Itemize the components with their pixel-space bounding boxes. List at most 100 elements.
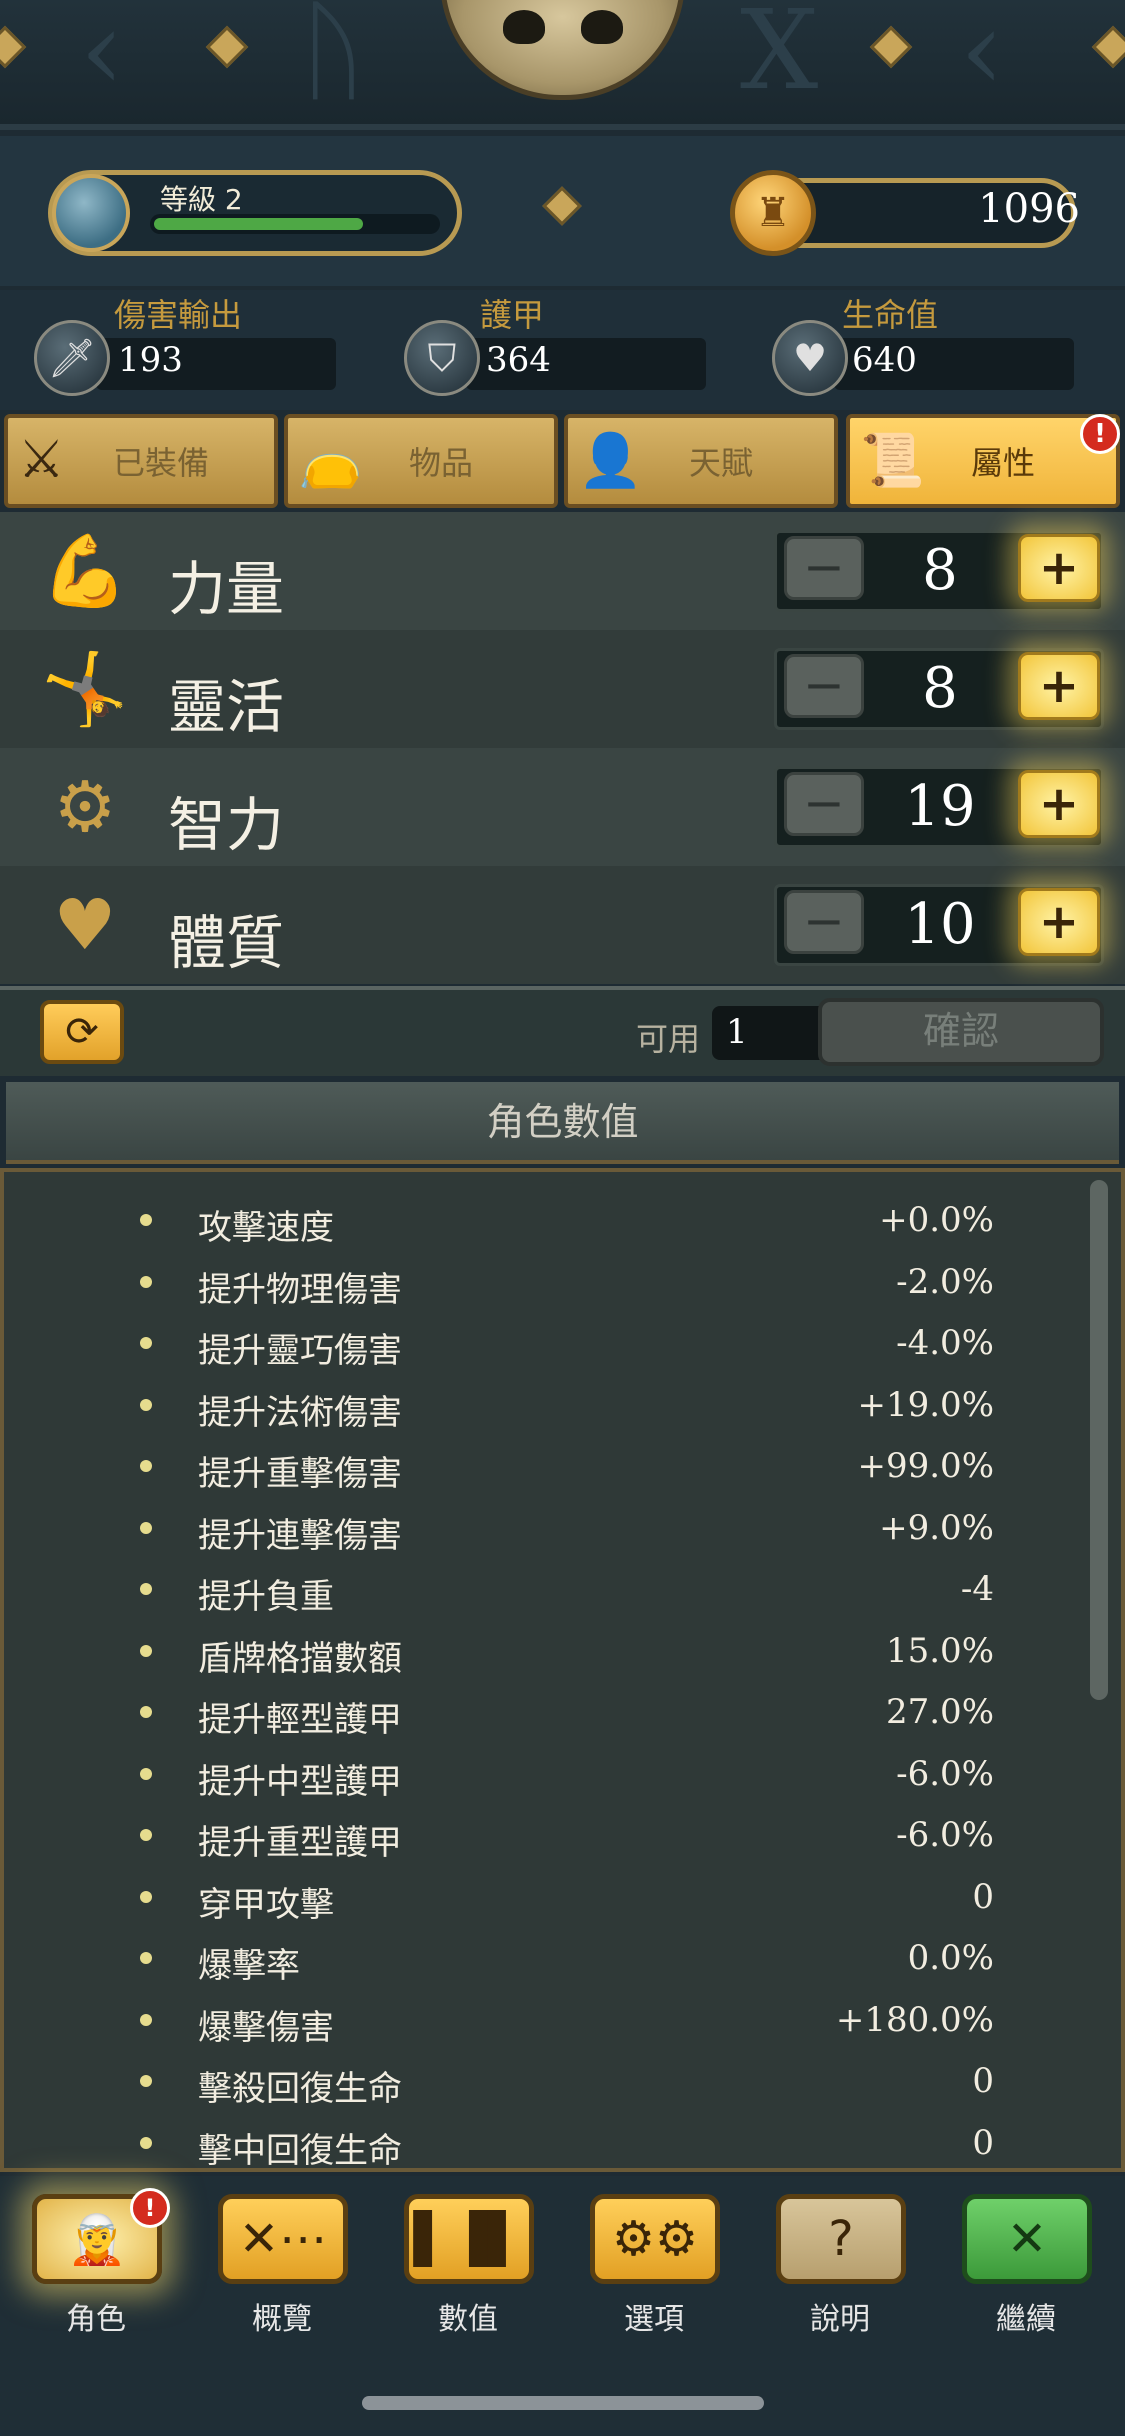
nav-help[interactable]: ? 說明 xyxy=(770,2194,910,2337)
nav-continue[interactable]: ✕ 繼續 xyxy=(956,2194,1096,2337)
nav-label: 角色 xyxy=(66,2302,126,2337)
nav-statistics[interactable]: ▌▐▌ 數值 xyxy=(398,2194,538,2337)
stat-list-value: 0.0% xyxy=(907,1938,994,1978)
stat-list-label: 爆擊率 xyxy=(198,1946,300,1986)
tab-items[interactable]: 👝 物品 xyxy=(284,414,558,508)
stat-list-item: 提升負重 -4 xyxy=(4,1559,1084,1620)
stat-list-label: 提升負重 xyxy=(198,1577,334,1617)
gold-value: 1096 xyxy=(978,186,1080,232)
decrease-button[interactable]: − xyxy=(784,890,864,954)
stat-value: 193 xyxy=(118,340,183,380)
skull-eye xyxy=(503,10,545,44)
decrease-button[interactable]: − xyxy=(784,654,864,718)
rune-decoration: ‹ xyxy=(80,0,124,114)
nav-overview[interactable]: ✕⋯ 概覽 xyxy=(212,2194,352,2337)
stud-decoration xyxy=(0,25,27,69)
stat-list-label: 提升重擊傷害 xyxy=(198,1454,402,1494)
bullet-icon xyxy=(140,2075,152,2087)
attribute-value: 8 xyxy=(922,656,958,721)
tab-label: 物品 xyxy=(408,444,473,482)
tab-label: 已裝備 xyxy=(112,444,209,482)
heart-icon: ♥ xyxy=(772,320,848,396)
stat-list-value: -4.0% xyxy=(896,1323,994,1363)
increase-button[interactable]: + xyxy=(1018,534,1100,602)
nav-options[interactable]: ⚙⚙ 選項 xyxy=(584,2194,724,2337)
stat-value: 364 xyxy=(486,340,551,380)
stat-list-label: 提升法術傷害 xyxy=(198,1392,402,1433)
stat-list-label: 擊中回復生命 xyxy=(198,2130,402,2171)
map-icon: ✕⋯ xyxy=(218,2194,348,2284)
stat-list-item: 提升輕型護甲 27.0% xyxy=(4,1682,1084,1743)
intellect-icon: ⚙ xyxy=(53,766,117,848)
reset-button[interactable]: ⟳ xyxy=(40,1000,124,1064)
stat-list-value: -6.0% xyxy=(896,1753,994,1794)
stat-list-value: -4 xyxy=(960,1569,994,1609)
stat-list-label: 爆擊傷害 xyxy=(198,2007,334,2048)
talent-icon: 👤 xyxy=(578,431,643,491)
stat-list-value: 0 xyxy=(972,2122,994,2163)
stat-list-value: -6.0% xyxy=(896,1815,994,1855)
attribute-row-intellect: ⚙ 智力 − 19 + xyxy=(0,748,1125,866)
bullet-icon xyxy=(140,1644,152,1657)
sword-icon: 🗡 xyxy=(34,320,110,396)
stat-value: 640 xyxy=(852,340,917,380)
stat-armor: 護甲 ⛉ 364 xyxy=(400,290,730,410)
tab-attributes[interactable]: 📜 屬性 xyxy=(846,414,1120,508)
stat-list-item: 擊中回復生命 0 xyxy=(4,2113,1084,2174)
attribute-name: 力量 xyxy=(168,555,285,623)
bullet-icon xyxy=(140,1767,152,1780)
stat-list-value: 27.0% xyxy=(885,1692,994,1732)
stat-list-item: 提升重擊傷害 +99.0% xyxy=(4,1436,1084,1497)
attribute-name: 體質 xyxy=(168,909,285,977)
tab-label: 屬性 xyxy=(970,444,1035,482)
increase-button[interactable]: + xyxy=(1018,888,1100,956)
constitution-icon: ♥ xyxy=(53,884,117,966)
confirm-button[interactable]: 確認 xyxy=(818,998,1104,1066)
increase-button[interactable]: + xyxy=(1018,652,1100,720)
nav-label: 概覽 xyxy=(252,2302,312,2337)
stat-list-value: +9.0% xyxy=(879,1507,994,1548)
stat-label: 護甲 xyxy=(480,296,545,334)
bullet-icon xyxy=(140,1398,152,1411)
stat-label: 生命值 xyxy=(842,296,939,334)
stat-label: 傷害輸出 xyxy=(114,296,243,334)
stat-list-label: 攻擊速度 xyxy=(198,1208,334,1248)
bullet-icon xyxy=(140,1706,152,1718)
bullet-icon xyxy=(140,1275,152,1288)
character-stats-title: 角色數值 xyxy=(6,1082,1119,1164)
stat-list-label: 提升重型護甲 xyxy=(198,1823,402,1863)
stat-list-value: +0.0% xyxy=(879,1200,994,1240)
decrease-button[interactable]: − xyxy=(784,772,864,836)
attribute-row-agility: 🤸 靈活 − 8 + xyxy=(0,630,1125,748)
nav-label: 說明 xyxy=(810,2302,870,2337)
stat-list-value: 15.0% xyxy=(885,1630,994,1671)
stat-list-item: 提升中型護甲 -6.0% xyxy=(4,1744,1084,1805)
attribute-name: 智力 xyxy=(168,791,285,859)
stud-decoration xyxy=(869,25,913,69)
stat-list-label: 提升靈巧傷害 xyxy=(198,1331,402,1371)
bullet-icon xyxy=(140,1337,152,1349)
stat-health: 生命值 ♥ 640 xyxy=(768,290,1098,410)
stat-list-item: 爆擊傷害 +180.0% xyxy=(4,1990,1084,2051)
tab-talents[interactable]: 👤 天賦 xyxy=(564,414,838,508)
stat-list-label: 提升連擊傷害 xyxy=(198,1515,402,1556)
character-stats-panel[interactable]: 攻擊速度 +0.0% 提升物理傷害 -2.0% 提升靈巧傷害 -4.0% 提升法術傷害 +19… xyxy=(0,1168,1125,2172)
scrollbar[interactable] xyxy=(1090,1180,1108,1700)
stud-decoration xyxy=(1091,25,1125,69)
player-avatar xyxy=(52,174,130,252)
stat-damage: 傷害輸出 🗡 193 xyxy=(30,290,360,410)
stat-list-item: 爆擊率 0.0% xyxy=(4,1928,1084,1989)
bullet-icon xyxy=(140,1583,152,1595)
strength-icon: 💪 xyxy=(41,530,129,612)
stat-list-label: 提升輕型護甲 xyxy=(198,1700,402,1740)
increase-button[interactable]: + xyxy=(1018,770,1100,838)
tab-equipped[interactable]: ⚔ 已裝備 xyxy=(4,414,278,508)
stat-list-item: 提升法術傷害 +19.0% xyxy=(4,1375,1084,1436)
level-label: 等級 2 xyxy=(160,183,243,216)
bag-icon: 👝 xyxy=(298,431,363,491)
decrease-button[interactable]: − xyxy=(784,536,864,600)
stat-list-label: 盾牌格擋數額 xyxy=(198,1638,402,1679)
xp-bar-fill xyxy=(154,218,363,230)
stat-list-item: 提升靈巧傷害 -4.0% xyxy=(4,1313,1084,1374)
stat-list-value: +99.0% xyxy=(857,1446,995,1486)
